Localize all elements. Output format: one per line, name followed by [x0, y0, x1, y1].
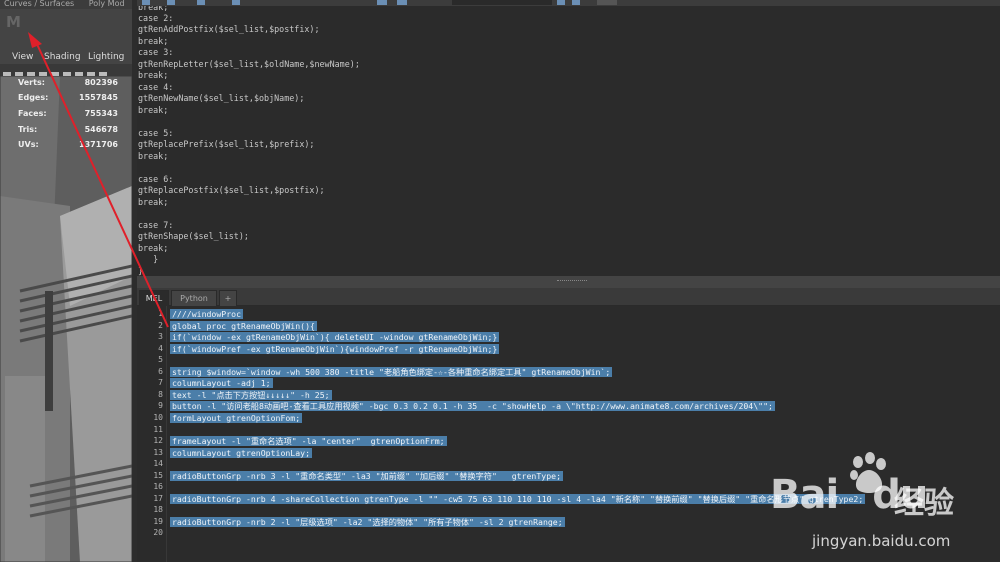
history-line: case 2: — [138, 13, 174, 23]
history-line: gtRenShape($sel_list); — [138, 231, 249, 241]
line-number: 17 — [153, 493, 163, 503]
code-line[interactable]: if(`window -ex gtRenameObjWin`){ deleteU… — [170, 332, 500, 343]
shelf-tab-curves[interactable]: Curves / Surfaces — [0, 0, 74, 8]
hud-uvs: UVs: 1371706 — [18, 140, 118, 149]
history-line: break; — [138, 36, 169, 46]
line-number: 7 — [158, 378, 163, 388]
search-up-icon[interactable] — [572, 0, 580, 5]
search-field[interactable] — [452, 0, 552, 5]
history-line: break; — [138, 6, 169, 12]
execute-icon[interactable] — [397, 0, 407, 5]
code-line[interactable] — [170, 482, 174, 492]
splitter-grip[interactable] — [557, 280, 587, 283]
history-line: case 4: — [138, 82, 174, 92]
code-line[interactable]: if(`windowPref -ex gtRenameObjWin`){wind… — [170, 343, 500, 354]
line-number: 2 — [158, 320, 163, 330]
menu-lighting[interactable]: Lighting — [88, 52, 124, 62]
line-number: 3 — [158, 332, 163, 342]
code-line[interactable] — [170, 505, 174, 515]
history-line: case 6: — [138, 174, 174, 184]
history-line: break; — [138, 197, 169, 207]
line-number: 13 — [153, 447, 163, 457]
code-line[interactable] — [170, 459, 174, 469]
history-line: break; — [138, 105, 169, 115]
history-line: gtRenAddPostfix($sel_list,$postfix); — [138, 24, 320, 34]
line-number: 16 — [153, 482, 163, 492]
code-line[interactable]: radioButtonGrp -nrb 4 -shareCollection g… — [170, 493, 866, 504]
history-line: gtReplacePostfix($sel_list,$postfix); — [138, 185, 325, 195]
tab-python[interactable]: Python — [171, 290, 217, 306]
hud-edges: Edges: 1557845 — [18, 93, 118, 102]
shelf-tab-polymod[interactable]: Poly Mod — [85, 0, 125, 8]
search-down-icon[interactable] — [557, 0, 565, 5]
line-number: 4 — [158, 343, 163, 353]
open-script-icon[interactable] — [142, 0, 150, 5]
code-line[interactable]: columnLayout -adj 1; — [170, 378, 273, 389]
code-line[interactable] — [170, 425, 174, 435]
code-line[interactable]: radioButtonGrp -nrb 3 -l "重命名类型" -la3 "加… — [170, 470, 563, 481]
code-line[interactable] — [170, 528, 174, 538]
code-line[interactable]: string $window=`window -wh 500 380 -titl… — [170, 366, 613, 377]
code-line[interactable]: columnLayout gtrenOptionLay; — [170, 447, 313, 458]
line-number: 14 — [153, 459, 163, 469]
line-number: 10 — [153, 412, 163, 422]
menu-shading[interactable]: Shading — [44, 52, 81, 62]
code-line[interactable]: frameLayout -l "重命名选项" -la "center" gtre… — [170, 436, 447, 447]
tab-mel[interactable]: MEL — [139, 290, 169, 306]
watermark-url: jingyan.baidu.com — [812, 532, 951, 550]
line-number: 12 — [153, 436, 163, 446]
shelf-tabs: Curves / Surfaces Poly Mod — [0, 0, 132, 9]
code-line[interactable]: text -l "点击下方按钮↓↓↓↓↓" -h 25; — [170, 389, 332, 400]
code-line[interactable]: formLayout gtrenOptionFom; — [170, 412, 303, 423]
pane-splitter[interactable] — [137, 276, 1000, 288]
line-number: 6 — [158, 366, 163, 376]
tab-add[interactable]: + — [219, 290, 237, 306]
line-number: 8 — [158, 389, 163, 399]
line-number: 20 — [153, 528, 163, 538]
maya-logo: M — [6, 13, 21, 31]
line-number: 18 — [153, 505, 163, 515]
history-line: gtRenNewName($sel_list,$objName); — [138, 93, 305, 103]
clear-input-icon[interactable] — [232, 0, 240, 5]
history-line: break; — [138, 243, 169, 253]
code-line[interactable]: ////windowProc — [170, 309, 244, 319]
line-number: 11 — [153, 424, 163, 434]
code-line[interactable]: global proc gtRenameObjWin(){ — [170, 320, 317, 331]
line-number: 15 — [153, 470, 163, 480]
baidu-watermark: Bai du 经验 jingyan.baidu.com — [770, 452, 1000, 560]
line-number: 19 — [153, 516, 163, 526]
code-line[interactable] — [170, 355, 174, 365]
line-number: 1 — [158, 309, 163, 318]
history-output-pane[interactable]: break; case 2: gtRenAddPostfix($sel_list,$… — [137, 6, 1000, 276]
history-line: gtRenRepLetter($sel_list,$oldName,$newNa… — [138, 59, 360, 69]
viewport-panel[interactable]: Curves / Surfaces Poly Mod M View Shadin… — [0, 0, 132, 562]
line-number: 5 — [158, 355, 163, 365]
editor-tabs: MEL Python + — [137, 288, 1000, 306]
history-line: gtReplacePrefix($sel_list,$prefix); — [138, 139, 315, 149]
clear-history-icon[interactable] — [197, 0, 205, 5]
hud-tris: Tris: 546678 — [18, 125, 118, 134]
history-line: break; — [138, 151, 169, 161]
viewport-toolbar — [0, 64, 132, 79]
code-line[interactable]: button -l "访问老船8动画吧-查看工具应用视频" -bgc 0.3 0… — [170, 401, 775, 412]
viewport-menu-bar: View Shading Lighting — [0, 50, 132, 64]
history-line: case 3: — [138, 47, 174, 57]
watermark-cn: 经验 — [894, 486, 954, 521]
history-line: case 7: — [138, 220, 174, 230]
line-number: 9 — [158, 401, 163, 411]
goto-line-icon[interactable] — [597, 0, 617, 5]
hud-verts: Verts: 802396 — [18, 78, 118, 87]
history-line: } — [138, 266, 144, 276]
execute-all-icon[interactable] — [377, 0, 387, 5]
history-line: } — [138, 254, 159, 264]
save-script-icon[interactable] — [167, 0, 175, 5]
line-number-gutter: 1 2 3 4 5 6 7 8 9 10 11 12 13 14 15 16 17 18 19 20 — [137, 306, 167, 562]
code-line[interactable]: radioButtonGrp -nrb 2 -l "层级选项" -la2 "选择… — [170, 516, 565, 527]
menu-view[interactable]: View — [12, 52, 33, 62]
history-line: case 5: — [138, 128, 174, 138]
hud-faces: Faces: 755343 — [18, 109, 118, 118]
history-line: break; — [138, 70, 169, 80]
